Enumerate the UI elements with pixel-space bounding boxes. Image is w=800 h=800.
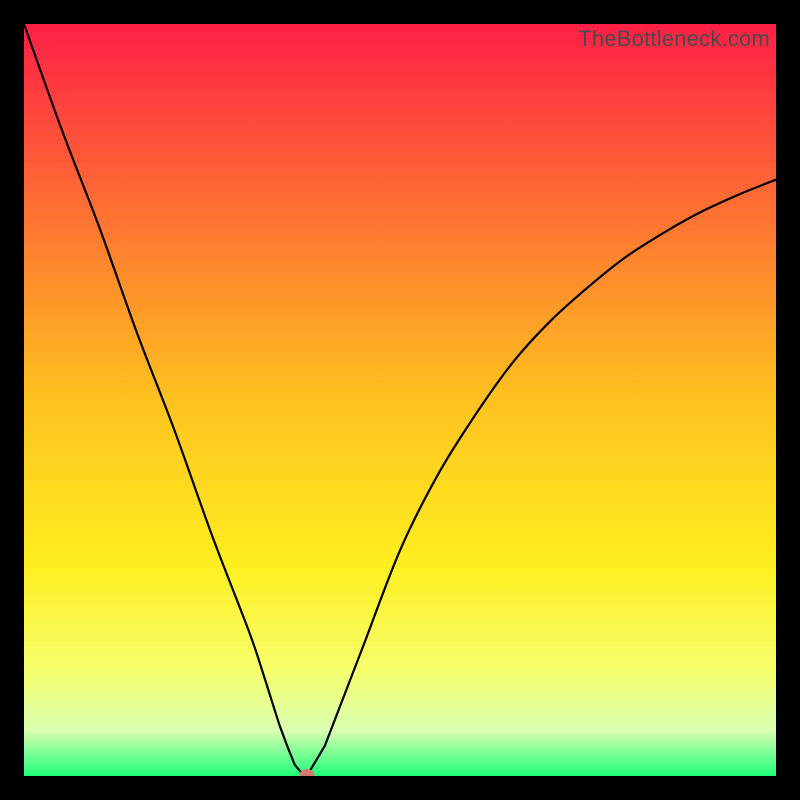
minimum-marker [299,769,314,776]
watermark-text: TheBottleneck.com [578,26,770,52]
plot-area: TheBottleneck.com [24,24,776,776]
bottleneck-curve [24,24,776,776]
